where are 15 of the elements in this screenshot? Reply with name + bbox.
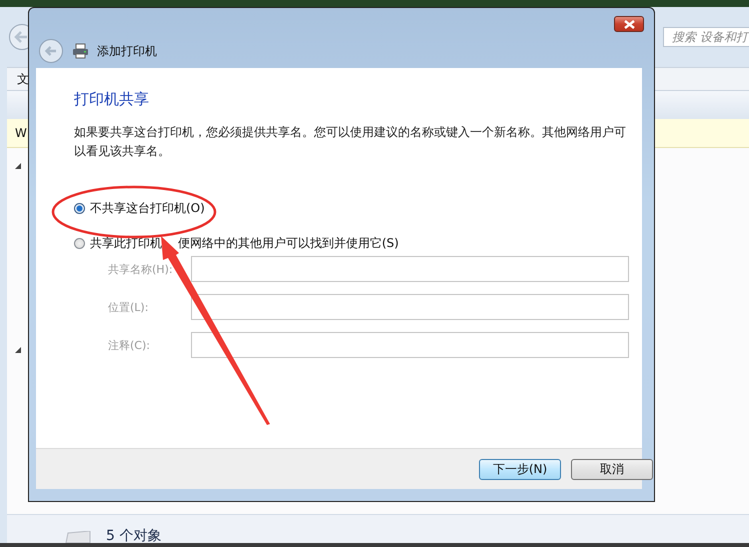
radio-option[interactable]: 共享此打印机 便网络中的其他用户可以找到并使用它(S) — [74, 234, 642, 252]
menu-item[interactable]: 文 — [17, 70, 29, 88]
section-heading: 打印机共享 — [74, 90, 150, 109]
cancel-button[interactable]: 取消 — [571, 458, 653, 480]
dialog-title: 添加打印机 — [97, 42, 157, 60]
expand-icon[interactable] — [15, 163, 21, 169]
status-text: 5 个对象 — [106, 529, 162, 543]
next-button[interactable]: 下一步(N) — [479, 458, 561, 480]
field-label: 位置(L): — [108, 300, 150, 314]
close-icon — [624, 20, 634, 28]
expand-icon[interactable] — [15, 347, 21, 353]
close-button[interactable] — [614, 16, 644, 32]
radio-option[interactable]: 不共享这台打印机(O) — [74, 199, 642, 217]
field-label: 注释(C): — [108, 338, 151, 352]
field-label: 共享名称(H): — [108, 262, 174, 276]
